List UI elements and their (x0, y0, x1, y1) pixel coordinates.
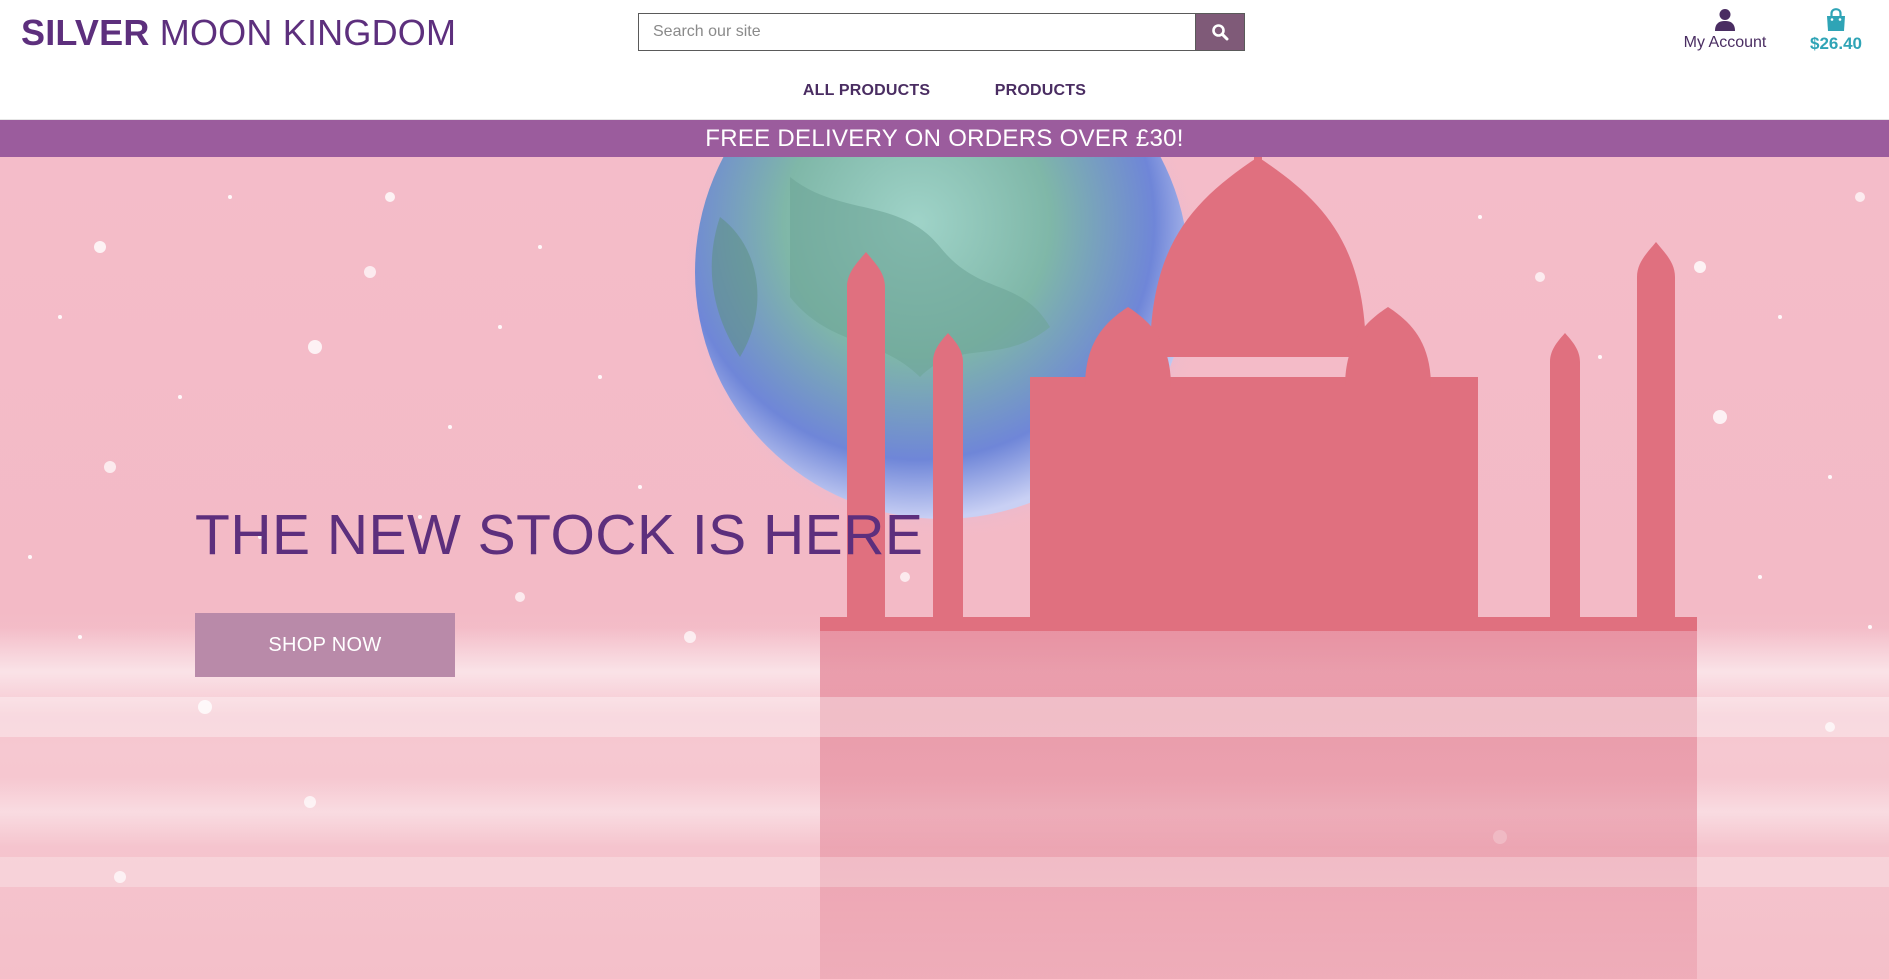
site-logo[interactable]: SILVER MOON KINGDOM (21, 12, 456, 54)
hero-title: THE NEW STOCK IS HERE (195, 503, 924, 567)
site-header: SILVER MOON KINGDOM My Account (0, 0, 1889, 120)
nav-products[interactable]: PRODUCTS (995, 82, 1086, 100)
user-icon (1715, 9, 1735, 31)
page: SILVER MOON KINGDOM My Account (0, 0, 1889, 979)
main-nav: ALL PRODUCTS PRODUCTS (0, 82, 1889, 104)
search-form (638, 13, 1245, 51)
water-reflection (820, 631, 1697, 979)
shop-now-button[interactable]: SHOP NOW (195, 613, 455, 677)
search-icon (1212, 24, 1229, 41)
free-delivery-banner: FREE DELIVERY ON ORDERS OVER £30! (0, 120, 1889, 157)
shopping-bag-icon (1827, 8, 1845, 31)
my-account-label: My Account (1683, 34, 1767, 51)
banner-text: FREE DELIVERY ON ORDERS OVER £30! (705, 125, 1184, 152)
logo-light-text: MOON KINGDOM (159, 12, 457, 53)
search-button[interactable] (1195, 13, 1245, 51)
nav-all-products[interactable]: ALL PRODUCTS (803, 82, 930, 100)
cart-total: $26.40 (1810, 34, 1862, 53)
search-input[interactable] (638, 13, 1195, 51)
my-account-link[interactable]: My Account (1670, 8, 1780, 52)
hero-background-image (0, 157, 1889, 979)
logo-strong-text: SILVER (21, 12, 150, 53)
cart-link[interactable]: $26.40 (1800, 8, 1872, 54)
hero-section: THE NEW STOCK IS HERE SHOP NOW (0, 157, 1889, 979)
